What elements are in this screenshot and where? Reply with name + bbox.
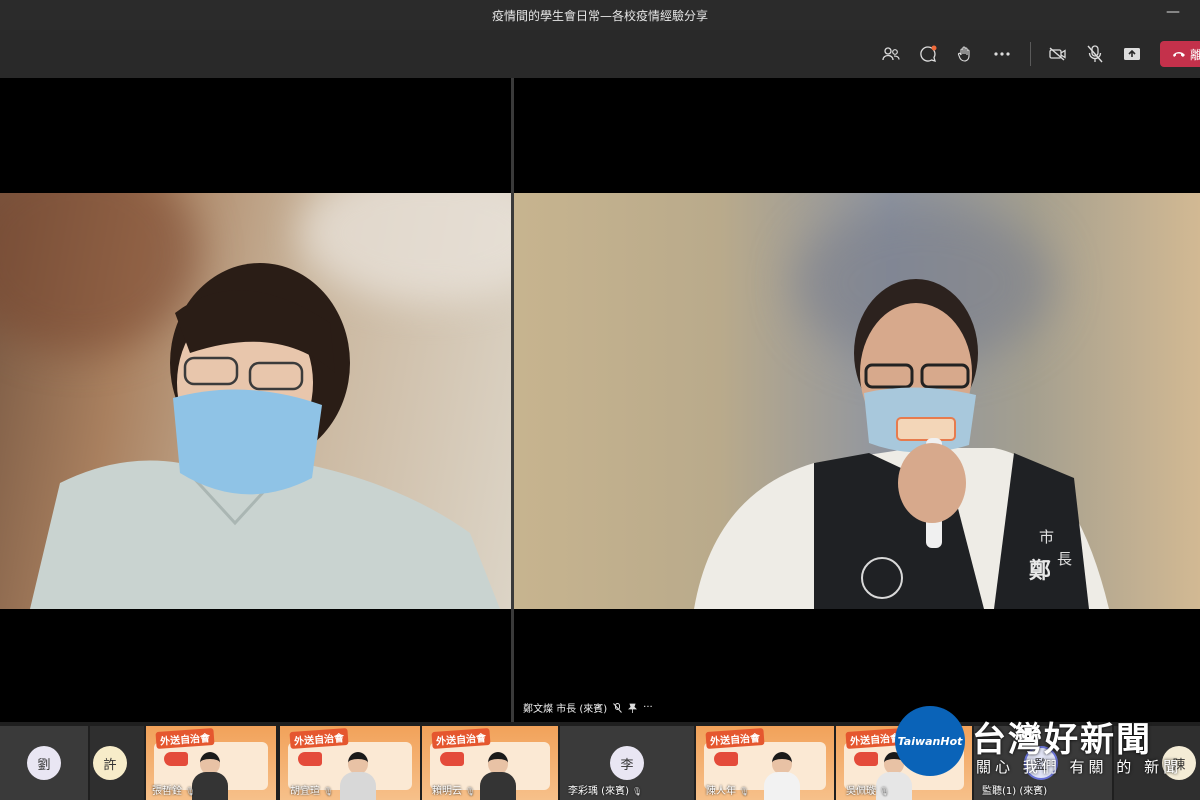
scooter-icon [714, 752, 738, 766]
scooter-icon [298, 752, 322, 766]
participant-name: 陳人年 🎙 [706, 786, 750, 797]
participant-video-right[interactable]: 鄭 市 長 [514, 193, 1200, 609]
participants-button[interactable] [879, 42, 903, 66]
camera-toggle-button[interactable] [1046, 42, 1070, 66]
scooter-icon [440, 752, 464, 766]
mic-toggle-button[interactable] [1083, 42, 1107, 66]
participant-figure [480, 752, 516, 800]
vest-title-1: 市 [1039, 528, 1055, 546]
mic-off-icon: 🎙 [323, 787, 334, 796]
mic-off-icon: 🎙 [631, 787, 643, 796]
participant-tile[interactable]: 外送自治會 陳人年 🎙 [696, 726, 834, 800]
participant-tile[interactable]: 外送自治會 張哲銓 🎙 [146, 726, 276, 800]
leave-label: 離 [1190, 47, 1200, 62]
avatar: 許 [93, 746, 127, 780]
mic-off-icon: 🎙 [739, 787, 750, 796]
scooter-icon [164, 752, 188, 766]
participant-figure [764, 752, 800, 800]
participant-figure [340, 752, 376, 800]
more-actions-button[interactable] [990, 42, 1014, 66]
mic-off-icon: 🎙 [879, 787, 890, 796]
share-screen-button[interactable] [1120, 42, 1144, 66]
participant-tile[interactable]: 外送自治會 胡宜瑄 🎙 [280, 726, 420, 800]
participant-figure [192, 752, 228, 800]
participant-tile[interactable]: 李 李彩瑀 (來賓) 🎙 [560, 726, 694, 800]
participant-tile[interactable]: 劉 [0, 726, 88, 800]
participant-tile[interactable]: 外送自治會 賴明云 🎙 [422, 726, 558, 800]
speaker-more-button[interactable]: ··· [643, 702, 653, 713]
participant-name: 胡宜瑄 🎙 [290, 786, 334, 797]
mic-off-icon [1087, 45, 1103, 63]
vest-name: 鄭 [1029, 559, 1052, 584]
vest-title-2: 長 [1057, 550, 1073, 568]
participant-video-left[interactable] [0, 193, 511, 609]
participant-name: 賴明云 🎙 [432, 786, 476, 797]
raise-hand-icon [957, 46, 970, 62]
mayor-figure [694, 279, 1109, 609]
toolbar-separator [1030, 42, 1031, 66]
woman-figure [30, 263, 500, 609]
participant-name: 吳佩璇 🎙 [846, 786, 890, 797]
speaker-caption: 鄭文燦 市長 (來賓) ··· [523, 700, 653, 715]
watermark-subtitle: 關心 我們 有關 的 新聞 [976, 758, 1183, 776]
minimize-button[interactable]: — [1166, 4, 1180, 20]
meeting-title: 疫情間的學生會日常—各校疫情經驗分享 [491, 9, 708, 23]
scooter-icon [854, 752, 878, 766]
avatar: 李 [610, 746, 644, 780]
video-stage: 鄭 市 長 鄭文燦 市長 (來賓) ··· [0, 78, 1200, 722]
pin-icon[interactable] [628, 703, 638, 713]
share-screen-icon [1124, 48, 1140, 60]
people-icon [882, 47, 900, 61]
mic-off-icon: 🎙 [185, 787, 196, 796]
chat-button[interactable] [916, 42, 940, 66]
phone-hangup-icon [1173, 52, 1185, 57]
participant-name: 李彩瑀 (來賓) 🎙 [568, 786, 643, 797]
ellipsis-icon [994, 52, 1010, 56]
avatar: 劉 [27, 746, 61, 780]
title-bar: 疫情間的學生會日常—各校疫情經驗分享 — [0, 0, 1200, 30]
reactions-button[interactable] [953, 42, 977, 66]
mic-off-icon: 🎙 [465, 787, 476, 796]
speaker-name: 鄭文燦 市長 (來賓) [523, 704, 608, 715]
leave-button[interactable]: 離 [1160, 41, 1200, 67]
mic-off-icon [613, 702, 623, 713]
meeting-toolbar: 離 [0, 30, 1200, 78]
participant-name: 張哲銓 🎙 [152, 786, 196, 797]
camera-off-icon [1049, 47, 1066, 61]
taiwanhot-logo: TaiwanHot [889, 702, 965, 776]
participant-name: 監聽(1) (來賓) [982, 786, 1048, 797]
chat-icon [920, 45, 937, 62]
watermark-title: 台灣好新聞 [972, 720, 1152, 760]
participant-tile[interactable]: 許 [90, 726, 144, 800]
